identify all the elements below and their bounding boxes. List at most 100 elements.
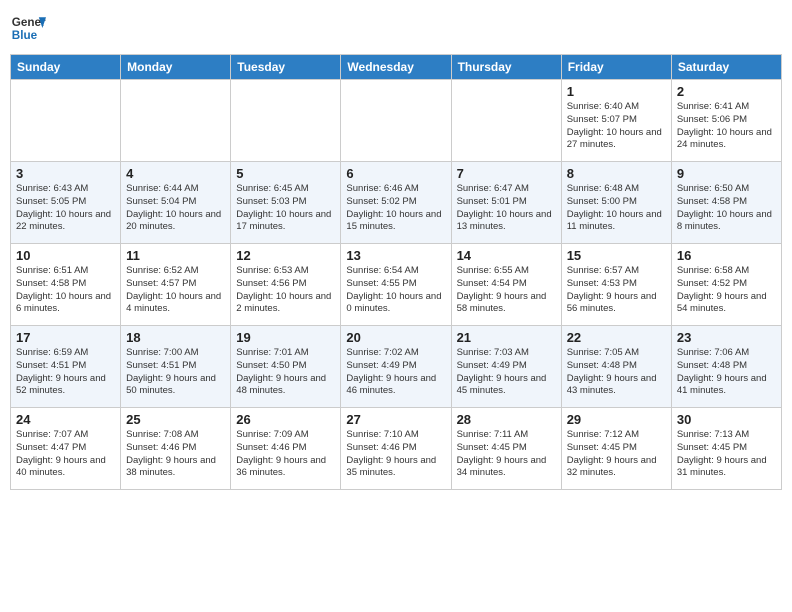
day-info: Sunrise: 6:58 AM Sunset: 4:52 PM Dayligh… [677,265,776,316]
calendar-cell: 24 Sunrise: 7:07 AM Sunset: 4:47 PM Dayli… [11,408,121,490]
calendar-cell [231,80,341,162]
day-number: 27 [346,412,445,427]
day-info: Sunrise: 6:47 AM Sunset: 5:01 PM Dayligh… [457,183,556,234]
calendar-cell: 20 Sunrise: 7:02 AM Sunset: 4:49 PM Dayli… [341,326,451,408]
day-info: Sunrise: 7:09 AM Sunset: 4:46 PM Dayligh… [236,429,335,480]
calendar-cell: 29 Sunrise: 7:12 AM Sunset: 4:45 PM Dayli… [561,408,671,490]
day-info: Sunrise: 6:52 AM Sunset: 4:57 PM Dayligh… [126,265,225,316]
day-number: 24 [16,412,115,427]
calendar-cell: 19Sunrise: 7:01 AM Sunset: 4:50 PM Dayli… [231,326,341,408]
day-info: Sunrise: 6:50 AM Sunset: 4:58 PM Dayligh… [677,183,776,234]
day-info: Sunrise: 6:54 AM Sunset: 4:55 PM Dayligh… [346,265,445,316]
day-header-sunday: Sunday [11,55,121,80]
day-info: Sunrise: 6:46 AM Sunset: 5:02 PM Dayligh… [346,183,445,234]
svg-text:Blue: Blue [12,29,38,42]
day-header-wednesday: Wednesday [341,55,451,80]
day-info: Sunrise: 7:05 AM Sunset: 4:48 PM Dayligh… [567,347,666,398]
calendar-cell: 17Sunrise: 6:59 AM Sunset: 4:51 PM Dayli… [11,326,121,408]
calendar-cell: 5 Sunrise: 6:45 AM Sunset: 5:03 PM Daylig… [231,162,341,244]
calendar-cell: 9 Sunrise: 6:50 AM Sunset: 4:58 PM Daylig… [671,162,781,244]
day-header-monday: Monday [121,55,231,80]
calendar-header-row: SundayMondayTuesdayWednesdayThursdayFrid… [11,55,782,80]
calendar-table: SundayMondayTuesdayWednesdayThursdayFrid… [10,54,782,490]
day-info: Sunrise: 7:11 AM Sunset: 4:45 PM Dayligh… [457,429,556,480]
day-info: Sunrise: 7:06 AM Sunset: 4:48 PM Dayligh… [677,347,776,398]
day-info: Sunrise: 7:10 AM Sunset: 4:46 PM Dayligh… [346,429,445,480]
calendar-week-4: 17Sunrise: 6:59 AM Sunset: 4:51 PM Dayli… [11,326,782,408]
day-info: Sunrise: 6:44 AM Sunset: 5:04 PM Dayligh… [126,183,225,234]
day-number: 1 [567,84,666,99]
day-info: Sunrise: 6:43 AM Sunset: 5:05 PM Dayligh… [16,183,115,234]
day-number: 30 [677,412,776,427]
day-header-saturday: Saturday [671,55,781,80]
day-number: 29 [567,412,666,427]
day-number: 14 [457,248,556,263]
day-header-thursday: Thursday [451,55,561,80]
calendar-cell [451,80,561,162]
calendar-cell: 21 Sunrise: 7:03 AM Sunset: 4:49 PM Dayli… [451,326,561,408]
calendar-cell [121,80,231,162]
calendar-cell: 15 Sunrise: 6:57 AM Sunset: 4:53 PM Dayli… [561,244,671,326]
calendar-cell: 4 Sunrise: 6:44 AM Sunset: 5:04 PM Daylig… [121,162,231,244]
calendar-cell: 11 Sunrise: 6:52 AM Sunset: 4:57 PM Dayli… [121,244,231,326]
calendar-cell: 8 Sunrise: 6:48 AM Sunset: 5:00 PM Daylig… [561,162,671,244]
day-number: 11 [126,248,225,263]
day-info: Sunrise: 6:59 AM Sunset: 4:51 PM Dayligh… [16,347,115,398]
day-info: Sunrise: 7:03 AM Sunset: 4:49 PM Dayligh… [457,347,556,398]
day-number: 15 [567,248,666,263]
calendar-week-1: 1Sunrise: 6:40 AM Sunset: 5:07 PM Daylig… [11,80,782,162]
calendar-cell [341,80,451,162]
day-number: 23 [677,330,776,345]
day-info: Sunrise: 6:41 AM Sunset: 5:06 PM Dayligh… [677,101,776,152]
calendar-cell: 14 Sunrise: 6:55 AM Sunset: 4:54 PM Dayli… [451,244,561,326]
day-number: 28 [457,412,556,427]
day-number: 7 [457,166,556,181]
day-info: Sunrise: 7:13 AM Sunset: 4:45 PM Dayligh… [677,429,776,480]
calendar-cell: 3 Sunrise: 6:43 AM Sunset: 5:05 PM Daylig… [11,162,121,244]
calendar-cell: 25 Sunrise: 7:08 AM Sunset: 4:46 PM Dayli… [121,408,231,490]
page-header: General Blue [10,10,782,46]
calendar-cell [11,80,121,162]
day-number: 22 [567,330,666,345]
day-header-friday: Friday [561,55,671,80]
day-number: 19 [236,330,335,345]
calendar-week-5: 24 Sunrise: 7:07 AM Sunset: 4:47 PM Dayli… [11,408,782,490]
day-number: 3 [16,166,115,181]
calendar-cell: 16Sunrise: 6:58 AM Sunset: 4:52 PM Dayli… [671,244,781,326]
calendar-cell: 28 Sunrise: 7:11 AM Sunset: 4:45 PM Dayli… [451,408,561,490]
day-info: Sunrise: 7:00 AM Sunset: 4:51 PM Dayligh… [126,347,225,398]
day-number: 4 [126,166,225,181]
calendar-cell: 1Sunrise: 6:40 AM Sunset: 5:07 PM Daylig… [561,80,671,162]
calendar-cell: 6Sunrise: 6:46 AM Sunset: 5:02 PM Daylig… [341,162,451,244]
calendar-cell: 30 Sunrise: 7:13 AM Sunset: 4:45 PM Dayli… [671,408,781,490]
day-info: Sunrise: 7:07 AM Sunset: 4:47 PM Dayligh… [16,429,115,480]
logo: General Blue [10,10,46,46]
calendar-cell: 10 Sunrise: 6:51 AM Sunset: 4:58 PM Dayli… [11,244,121,326]
calendar-cell: 27 Sunrise: 7:10 AM Sunset: 4:46 PM Dayli… [341,408,451,490]
calendar-cell: 23 Sunrise: 7:06 AM Sunset: 4:48 PM Dayli… [671,326,781,408]
calendar-cell: 2Sunrise: 6:41 AM Sunset: 5:06 PM Daylig… [671,80,781,162]
calendar-cell: 22 Sunrise: 7:05 AM Sunset: 4:48 PM Dayli… [561,326,671,408]
day-info: Sunrise: 6:55 AM Sunset: 4:54 PM Dayligh… [457,265,556,316]
day-header-tuesday: Tuesday [231,55,341,80]
calendar-cell: 7 Sunrise: 6:47 AM Sunset: 5:01 PM Daylig… [451,162,561,244]
calendar-week-2: 3 Sunrise: 6:43 AM Sunset: 5:05 PM Daylig… [11,162,782,244]
day-number: 21 [457,330,556,345]
day-number: 10 [16,248,115,263]
day-number: 20 [346,330,445,345]
day-info: Sunrise: 6:45 AM Sunset: 5:03 PM Dayligh… [236,183,335,234]
logo-icon: General Blue [10,10,46,46]
day-info: Sunrise: 6:48 AM Sunset: 5:00 PM Dayligh… [567,183,666,234]
calendar-cell: 12Sunrise: 6:53 AM Sunset: 4:56 PM Dayli… [231,244,341,326]
day-info: Sunrise: 7:12 AM Sunset: 4:45 PM Dayligh… [567,429,666,480]
day-number: 25 [126,412,225,427]
day-info: Sunrise: 6:51 AM Sunset: 4:58 PM Dayligh… [16,265,115,316]
calendar-cell: 18Sunrise: 7:00 AM Sunset: 4:51 PM Dayli… [121,326,231,408]
day-number: 8 [567,166,666,181]
day-info: Sunrise: 7:02 AM Sunset: 4:49 PM Dayligh… [346,347,445,398]
day-info: Sunrise: 6:57 AM Sunset: 4:53 PM Dayligh… [567,265,666,316]
calendar-week-3: 10 Sunrise: 6:51 AM Sunset: 4:58 PM Dayli… [11,244,782,326]
day-number: 5 [236,166,335,181]
day-number: 9 [677,166,776,181]
day-info: Sunrise: 7:08 AM Sunset: 4:46 PM Dayligh… [126,429,225,480]
